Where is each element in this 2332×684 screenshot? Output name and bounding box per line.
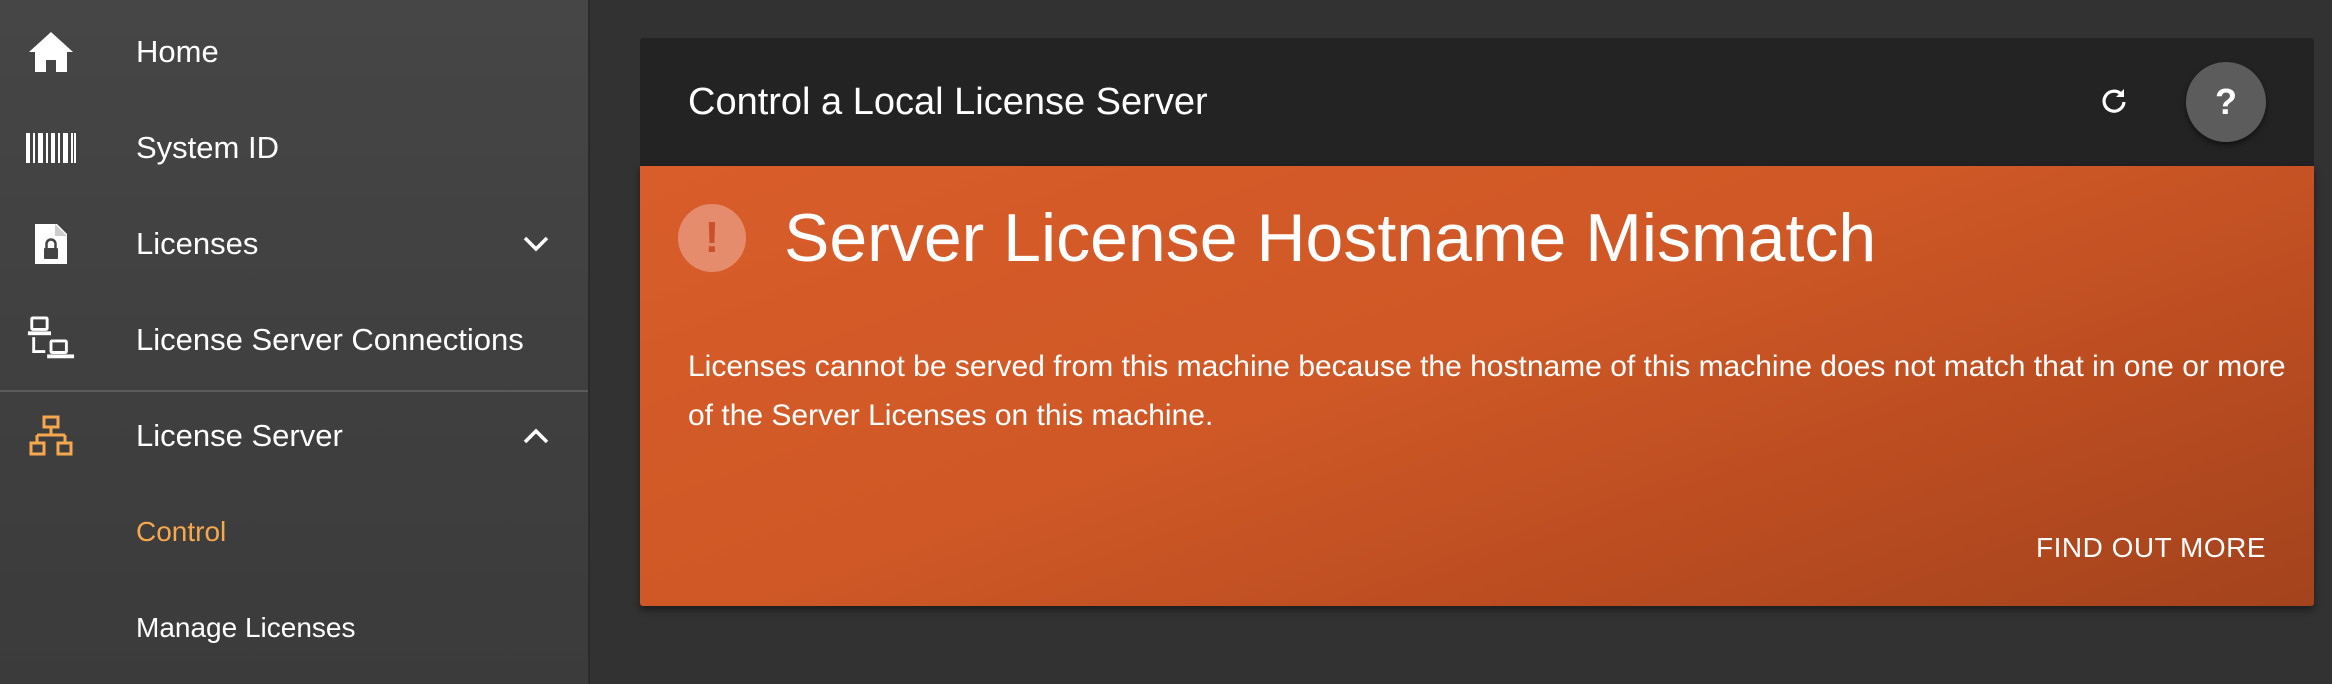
sidebar-subitem-manage-licenses[interactable]: Manage Licenses	[136, 612, 355, 644]
sidebar: Home System ID Licenses License Server C…	[0, 0, 590, 684]
card-header: Control a Local License Server ?	[640, 38, 2314, 166]
alert-icon: !	[678, 204, 746, 272]
sidebar-item-label: License Server Connections	[136, 322, 524, 357]
refresh-button[interactable]	[2090, 78, 2138, 126]
chevron-up-icon[interactable]	[516, 416, 556, 456]
home-icon	[26, 27, 76, 77]
sidebar-item-system-id[interactable]: System ID	[0, 100, 588, 196]
license-file-icon	[26, 219, 76, 269]
sidebar-item-label: System ID	[136, 130, 279, 165]
alert-message: Licenses cannot be served from this mach…	[688, 350, 2286, 432]
network-icon	[26, 411, 76, 461]
sidebar-subitem-control[interactable]: Control	[136, 516, 226, 548]
help-button[interactable]: ?	[2186, 62, 2266, 142]
sidebar-item-license-server-connections[interactable]: License Server Connections	[0, 292, 588, 388]
find-out-more-button[interactable]: FIND OUT MORE	[2036, 532, 2266, 564]
sidebar-item-label: Licenses	[136, 226, 259, 261]
page-title: Control a Local License Server	[688, 81, 1208, 123]
barcode-icon	[26, 123, 76, 173]
alert-card: ! Server License Hostname Mismatch Licen…	[640, 166, 2314, 606]
sidebar-item-license-server[interactable]: License Server	[0, 388, 588, 484]
refresh-icon	[2100, 86, 2128, 119]
sidebar-item-home[interactable]: Home	[0, 4, 588, 100]
chevron-down-icon[interactable]	[516, 224, 556, 264]
alert-title: Server License Hostname Mismatch	[784, 200, 1877, 276]
connections-icon	[26, 315, 76, 365]
sidebar-item-label: Home	[136, 34, 219, 69]
sidebar-item-licenses[interactable]: Licenses	[0, 196, 588, 292]
sidebar-item-label: License Server	[136, 418, 343, 453]
